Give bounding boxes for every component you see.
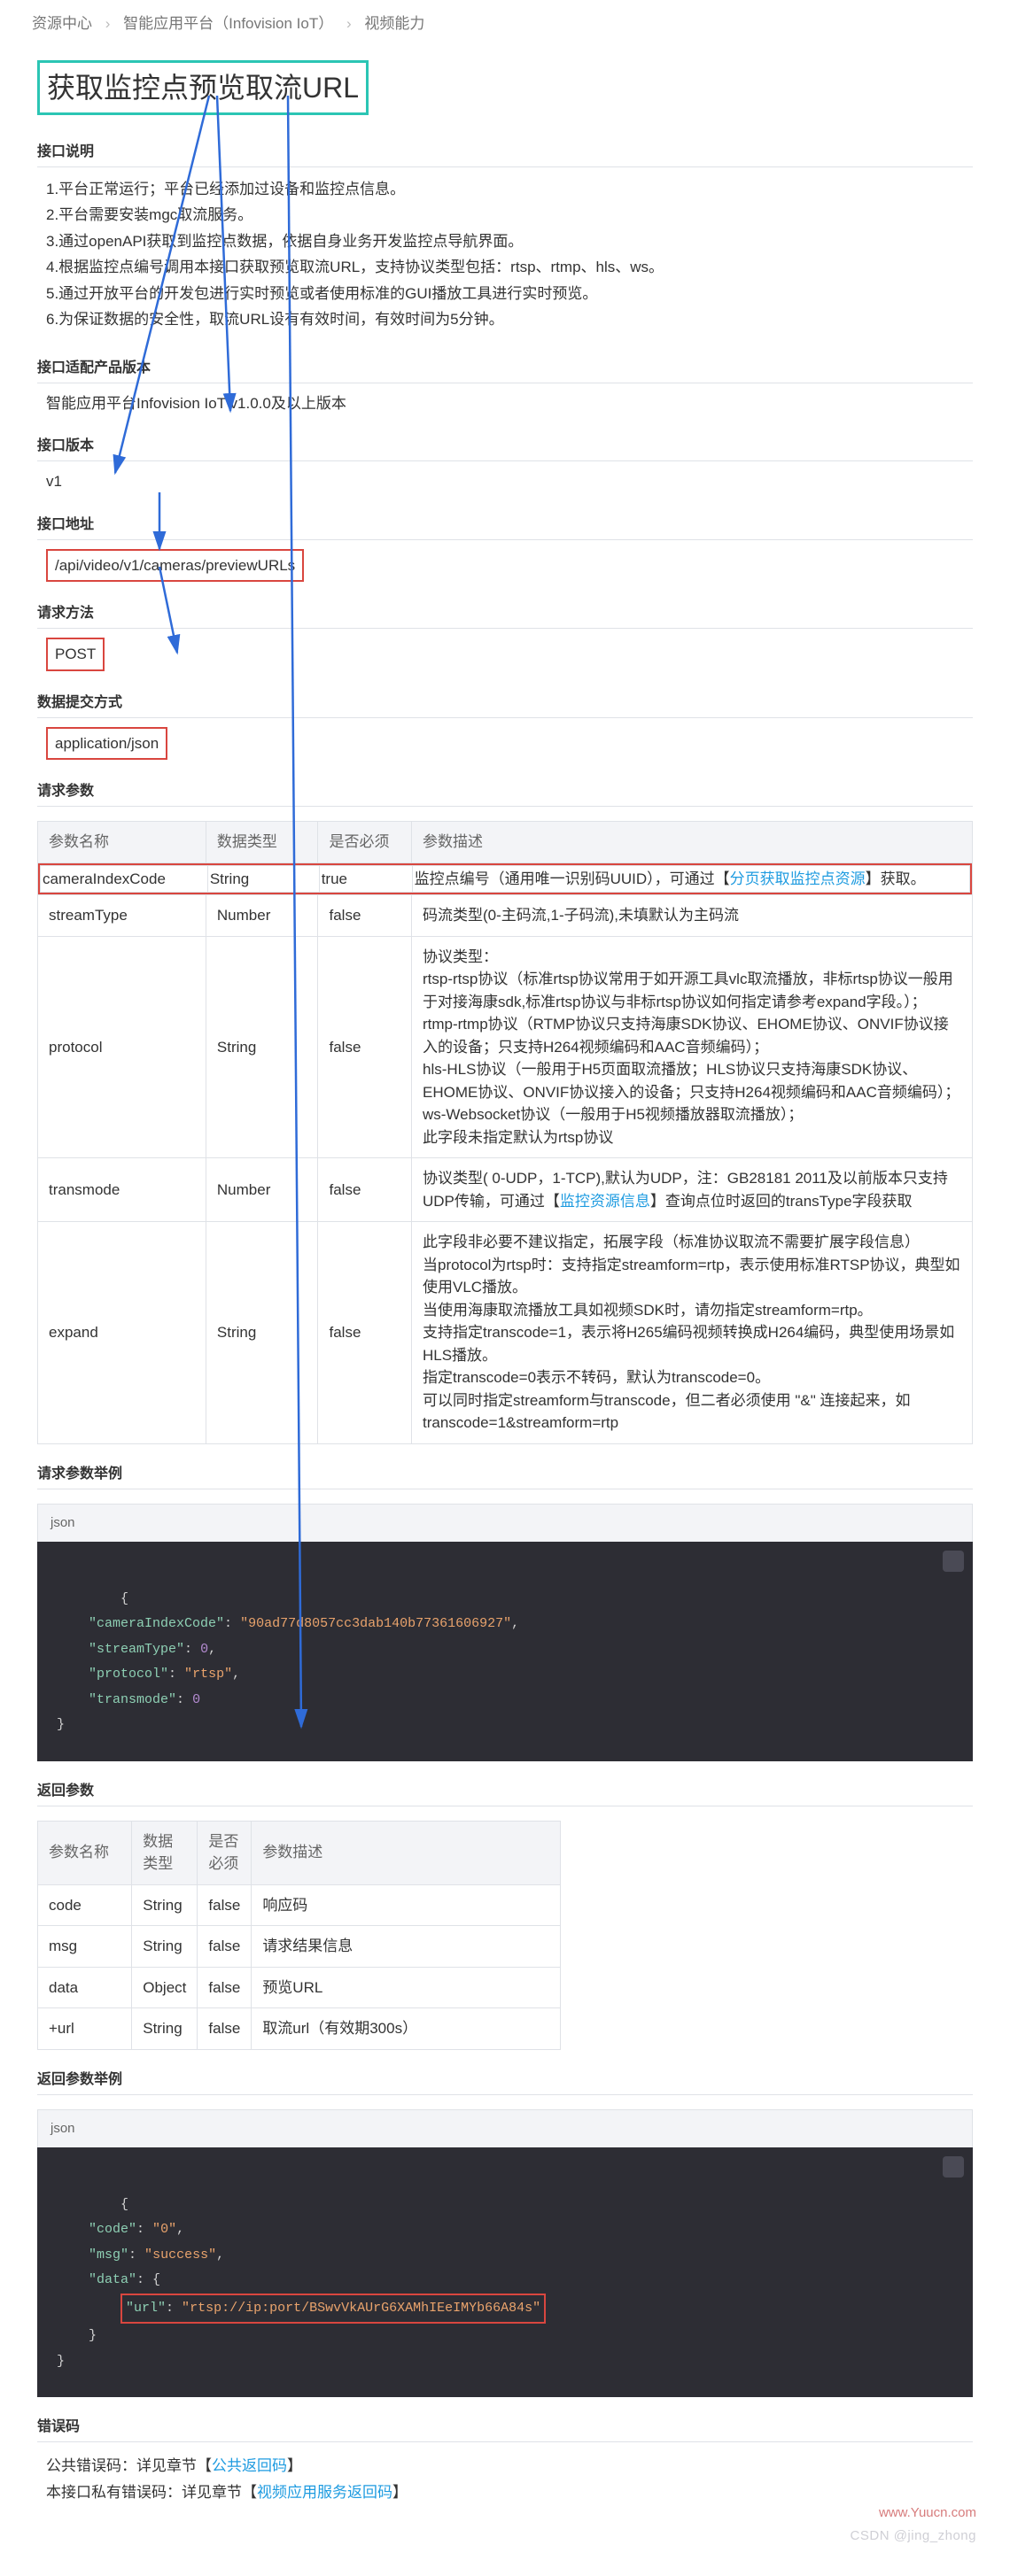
desc-line: 1.平台正常运行；平台已经添加过设备和监控点信息。 xyxy=(46,178,964,201)
table-row: dataObjectfalse预览URL xyxy=(38,1967,561,2008)
th-type: 数据类型 xyxy=(206,822,318,863)
table-row: msgStringfalse请求结果信息 xyxy=(38,1926,561,1968)
label-desc: 接口说明 xyxy=(37,136,973,167)
crumb-2[interactable]: 视频能力 xyxy=(364,15,424,32)
label-res-example: 返回参数举例 xyxy=(37,2064,973,2095)
product-version: 智能应用平台Infovision IoT v1.0.0及以上版本 xyxy=(37,383,973,424)
request-params-table: 参数名称 数据类型 是否必须 参数描述 cameraIndexCodeStrin… xyxy=(37,821,973,1444)
label-version: 接口版本 xyxy=(37,430,973,461)
desc-line: 4.根据监控点编号调用本接口获取预览取流URL，支持协议类型包括：rtsp、rt… xyxy=(46,256,964,279)
desc-line: 2.平台需要安装mgc取流服务。 xyxy=(46,204,964,227)
th-name: 参数名称 xyxy=(38,822,206,863)
table-row: codeStringfalse响应码 xyxy=(38,1884,561,1926)
table-row: +urlStringfalse取流url（有效期300s） xyxy=(38,2008,561,2050)
th: 参数名称 xyxy=(38,1821,132,1884)
th: 参数描述 xyxy=(252,1821,561,1884)
label-req-params: 请求参数 xyxy=(37,776,973,807)
desc-line: 6.为保证数据的安全性，取流URL设有有效时间，有效时间为5分钟。 xyxy=(46,308,964,331)
crumb-0[interactable]: 资源中心 xyxy=(32,15,92,32)
error-line: 本接口私有错误码：详见章节【视频应用服务返回码】 xyxy=(46,2481,964,2504)
table-row: cameraIndexCodeStringtrue监控点编号（通用唯一识别码UU… xyxy=(38,863,973,895)
breadcrumb: 资源中心 › 智能应用平台（Infovision IoT） › 视频能力 xyxy=(27,0,983,44)
watermark-site: www.Yuucn.com xyxy=(879,2503,976,2524)
table-row: expandStringfalse此字段非必要不建议指定，拓展字段（标准协议取流… xyxy=(38,1222,973,1444)
th: 是否必须 xyxy=(198,1821,252,1884)
label-addr: 接口地址 xyxy=(37,509,973,540)
desc-line: 3.通过openAPI获取到监控点数据，依据自身业务开发监控点导航界面。 xyxy=(46,230,964,253)
table-row: transmodeNumberfalse协议类型( 0-UDP，1-TCP),默… xyxy=(38,1158,973,1222)
public-errcode-link[interactable]: 公共返回码 xyxy=(212,2457,287,2474)
watermark-author: CSDN @jing_zhong xyxy=(851,2526,976,2547)
label-req-example: 请求参数举例 xyxy=(37,1458,973,1489)
api-version: v1 xyxy=(37,461,973,502)
api-errcode-link[interactable]: 视频应用服务返回码 xyxy=(257,2484,392,2501)
page-title: 获取监控点预览取流URL xyxy=(37,60,369,115)
code-lang: json xyxy=(37,2109,973,2148)
th: 数据类型 xyxy=(132,1821,198,1884)
response-json-block: { "code": "0", "msg": "success", "data":… xyxy=(37,2147,973,2397)
error-line: 公共错误码：详见章节【公共返回码】 xyxy=(46,2455,964,2478)
copy-icon[interactable] xyxy=(943,1551,964,1572)
th-req: 是否必须 xyxy=(318,822,412,863)
content-type: application/json xyxy=(46,727,167,761)
th-desc: 参数描述 xyxy=(411,822,972,863)
code-lang: json xyxy=(37,1504,973,1543)
label-error: 错误码 xyxy=(37,2411,973,2442)
desc-line: 5.通过开放平台的开发包进行实时预览或者使用标准的GUI播放工具进行实时预览。 xyxy=(46,282,964,306)
param-desc-link[interactable]: 分页获取监控点资源 xyxy=(730,870,866,887)
table-row: protocolStringfalse协议类型： rtsp-rtsp协议（标准r… xyxy=(38,936,973,1158)
label-res-params: 返回参数 xyxy=(37,1775,973,1806)
http-method: POST xyxy=(46,638,105,671)
label-method: 请求方法 xyxy=(37,598,973,629)
param-desc-link[interactable]: 监控资源信息 xyxy=(560,1193,650,1210)
response-params-table: 参数名称 数据类型 是否必须 参数描述 codeStringfalse响应码ms… xyxy=(37,1821,561,2050)
copy-icon[interactable] xyxy=(943,2156,964,2178)
request-json-block: { "cameraIndexCode": "90ad77d8057cc3dab1… xyxy=(37,1542,973,1761)
api-path: /api/video/v1/cameras/previewURLs xyxy=(46,549,304,583)
label-ctype: 数据提交方式 xyxy=(37,687,973,718)
crumb-1[interactable]: 智能应用平台（Infovision IoT） xyxy=(123,15,333,32)
table-row: streamTypeNumberfalse码流类型(0-主码流,1-子码流),未… xyxy=(38,895,973,937)
label-product: 接口适配产品版本 xyxy=(37,352,973,383)
